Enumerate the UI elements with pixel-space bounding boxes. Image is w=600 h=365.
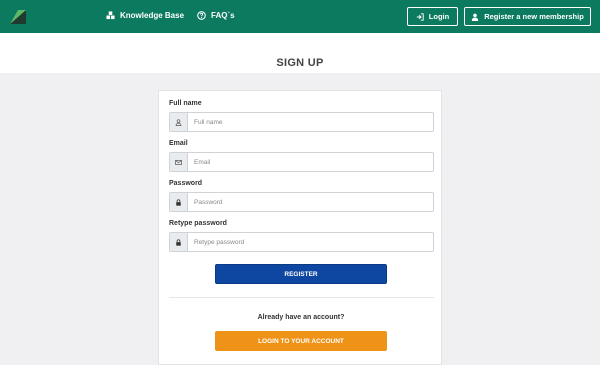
- signup-card: Full name Email Password: [158, 90, 442, 365]
- user-icon: [471, 13, 479, 21]
- full-name-field-group: [169, 112, 434, 132]
- page-title: SIGN UP: [276, 57, 324, 69]
- top-navbar: Knowledge Base FAQ`s Login Register a ne…: [0, 0, 600, 33]
- nav-knowledge-base[interactable]: Knowledge Base: [106, 11, 184, 20]
- retype-password-input[interactable]: [188, 233, 433, 251]
- divider: [169, 297, 434, 298]
- user-icon: [170, 113, 188, 131]
- nav-faqs-label: FAQ`s: [211, 11, 235, 20]
- login-button-label: Login: [428, 12, 450, 21]
- question-circle-icon: [197, 11, 206, 20]
- already-have-account-text: Already have an account?: [257, 314, 345, 321]
- register-button[interactable]: REGISTER: [215, 264, 387, 284]
- sign-in-icon: [416, 12, 424, 21]
- email-input[interactable]: [188, 153, 433, 171]
- cubes-icon: [106, 11, 115, 20]
- logo-icon[interactable]: [8, 8, 28, 26]
- retype-password-label: Retype password: [169, 220, 227, 227]
- password-input[interactable]: [188, 193, 433, 211]
- nav-faqs[interactable]: FAQ`s: [197, 11, 235, 20]
- retype-password-field-group: [169, 232, 434, 252]
- password-label: Password: [169, 180, 203, 187]
- envelope-icon: [170, 153, 188, 171]
- login-to-account-button[interactable]: LOGIN TO YOUR ACCOUNT: [215, 331, 387, 351]
- nav-knowledge-base-label: Knowledge Base: [120, 11, 185, 20]
- full-name-input[interactable]: [188, 113, 433, 131]
- password-field-group: [169, 192, 434, 212]
- email-label: Email: [169, 140, 188, 147]
- login-button[interactable]: Login: [407, 7, 458, 26]
- lock-icon: [170, 233, 188, 251]
- register-membership-button[interactable]: Register a new membership: [464, 7, 591, 26]
- lock-icon: [170, 193, 188, 211]
- email-field-group: [169, 152, 434, 172]
- full-name-label: Full name: [169, 100, 202, 107]
- register-membership-label: Register a new membership: [484, 12, 584, 21]
